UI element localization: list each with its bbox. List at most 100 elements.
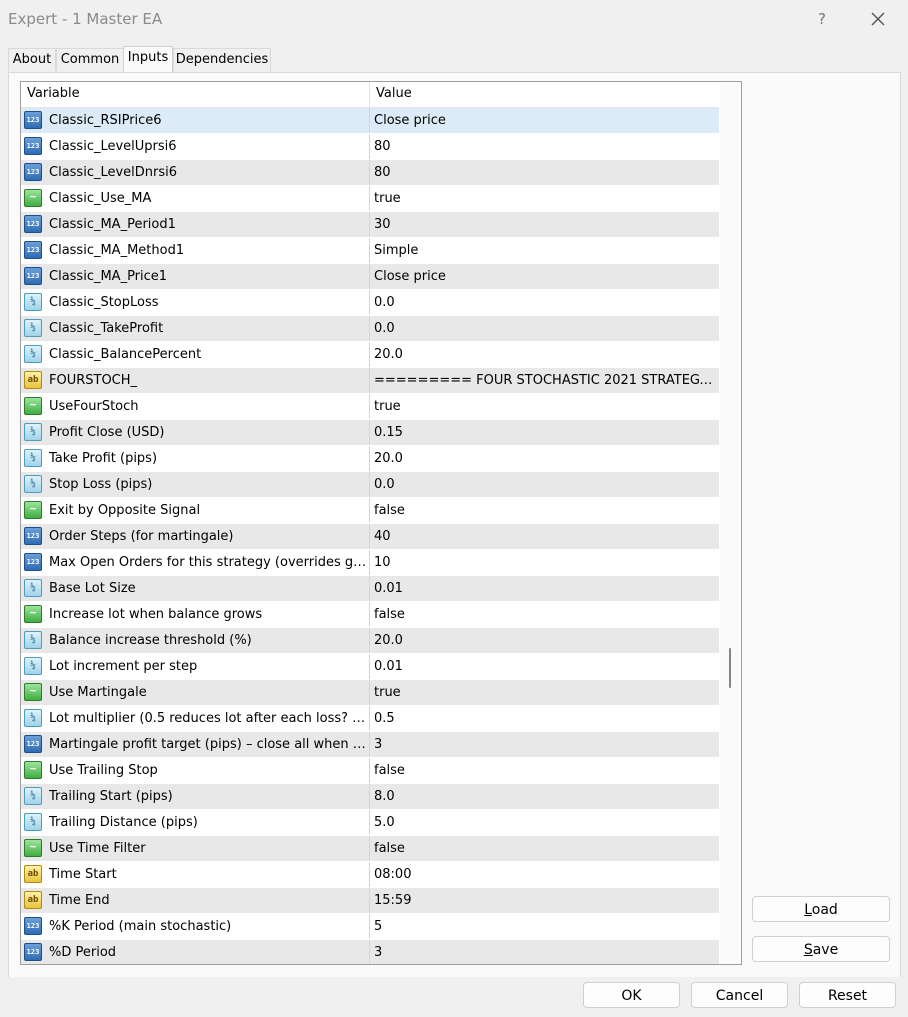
table-row[interactable]: ½ Profit Close (USD) 0.15 (21, 420, 719, 446)
variable-cell[interactable]: 123 Classic_MA_Method1 (21, 238, 370, 263)
value-cell[interactable]: 3 (374, 940, 714, 964)
variable-cell[interactable]: 123 Classic_MA_Period1 (21, 212, 370, 237)
value-cell[interactable]: 0.0 (374, 290, 714, 315)
table-row[interactable]: ~ Increase lot when balance grows false (21, 602, 719, 628)
variable-cell[interactable]: ½ Profit Close (USD) (21, 420, 370, 445)
value-cell[interactable]: ========= FOUR STOCHASTIC 2021 STRATEGY … (374, 368, 714, 393)
value-cell[interactable]: 8.0 (374, 784, 714, 809)
table-row[interactable]: 123 Classic_LevelUprsi6 80 (21, 134, 719, 160)
tab-inputs[interactable]: Inputs (123, 46, 173, 72)
variable-cell[interactable]: ½ Stop Loss (pips) (21, 472, 370, 497)
variable-cell[interactable]: ~ UseFourStoch (21, 394, 370, 419)
value-cell[interactable]: Simple (374, 238, 714, 263)
value-cell[interactable]: 30 (374, 212, 714, 237)
table-row[interactable]: ½ Trailing Start (pips) 8.0 (21, 784, 719, 810)
table-row[interactable]: 123 %K Period (main stochastic) 5 (21, 914, 719, 940)
value-cell[interactable]: 0.5 (374, 706, 714, 731)
variable-cell[interactable]: 123 Classic_LevelDnrsi6 (21, 160, 370, 185)
table-row[interactable]: 123 Classic_LevelDnrsi6 80 (21, 160, 719, 186)
variable-cell[interactable]: ½ Take Profit (pips) (21, 446, 370, 471)
value-cell[interactable]: 20.0 (374, 342, 714, 367)
variable-cell[interactable]: ½ Classic_StopLoss (21, 290, 370, 315)
variable-cell[interactable]: ~ Exit by Opposite Signal (21, 498, 370, 523)
value-cell[interactable]: 0.0 (374, 316, 714, 341)
table-row[interactable]: ½ Stop Loss (pips) 0.0 (21, 472, 719, 498)
value-cell[interactable]: false (374, 836, 714, 861)
table-row[interactable]: ~ Use Martingale true (21, 680, 719, 706)
table-row[interactable]: ½ Balance increase threshold (%) 20.0 (21, 628, 719, 654)
variable-cell[interactable]: 123 %K Period (main stochastic) (21, 914, 370, 939)
variable-cell[interactable]: ½ Lot multiplier (0.5 reduces lot after e… (21, 706, 370, 731)
vertical-scrollbar[interactable] (720, 82, 740, 964)
value-cell[interactable]: true (374, 186, 714, 211)
value-cell[interactable]: 0.01 (374, 654, 714, 679)
value-cell[interactable]: 5 (374, 914, 714, 939)
variable-cell[interactable]: ½ Classic_TakeProfit (21, 316, 370, 341)
table-row[interactable]: ½ Classic_TakeProfit 0.0 (21, 316, 719, 342)
table-row[interactable]: ab Time End 15:59 (21, 888, 719, 914)
variable-cell[interactable]: ab Time Start (21, 862, 370, 887)
variable-cell[interactable]: ~ Use Martingale (21, 680, 370, 705)
variable-cell[interactable]: ½ Base Lot Size (21, 576, 370, 601)
scrollbar-thumb[interactable] (729, 648, 731, 688)
variable-cell[interactable]: ab Time End (21, 888, 370, 913)
value-cell[interactable]: Close price (374, 264, 714, 289)
variable-cell[interactable]: 123 Classic_MA_Price1 (21, 264, 370, 289)
value-cell[interactable]: 0.15 (374, 420, 714, 445)
table-row[interactable]: ½ Classic_BalancePercent 20.0 (21, 342, 719, 368)
variable-cell[interactable]: 123 Max Open Orders for this strategy (ov… (21, 550, 370, 575)
value-cell[interactable]: true (374, 680, 714, 705)
tab-dependencies[interactable]: Dependencies (173, 48, 271, 71)
value-cell[interactable]: false (374, 498, 714, 523)
variable-cell[interactable]: ~ Increase lot when balance grows (21, 602, 370, 627)
value-cell[interactable]: 3 (374, 732, 714, 757)
variable-cell[interactable]: ½ Balance increase threshold (%) (21, 628, 370, 653)
variable-cell[interactable]: ½ Trailing Start (pips) (21, 784, 370, 809)
variable-cell[interactable]: ~ Classic_Use_MA (21, 186, 370, 211)
variable-cell[interactable]: ½ Lot increment per step (21, 654, 370, 679)
column-header-variable[interactable]: Variable (21, 82, 370, 107)
table-row[interactable]: 123 Classic_MA_Price1 Close price (21, 264, 719, 290)
table-row[interactable]: ~ Use Trailing Stop false (21, 758, 719, 784)
table-row[interactable]: 123 Order Steps (for martingale) 40 (21, 524, 719, 550)
tab-about[interactable]: About (8, 48, 56, 71)
save-button[interactable]: Save (752, 936, 890, 962)
table-row[interactable]: ½ Classic_StopLoss 0.0 (21, 290, 719, 316)
variable-cell[interactable]: ~ Use Trailing Stop (21, 758, 370, 783)
value-cell[interactable]: 0.0 (374, 472, 714, 497)
help-button[interactable]: ? (812, 8, 832, 30)
ok-button[interactable]: OK (583, 982, 680, 1008)
table-row[interactable]: ~ Exit by Opposite Signal false (21, 498, 719, 524)
variable-cell[interactable]: 123 %D Period (21, 940, 370, 964)
value-cell[interactable]: false (374, 602, 714, 627)
table-row[interactable]: ~ UseFourStoch true (21, 394, 719, 420)
variable-cell[interactable]: 123 Order Steps (for martingale) (21, 524, 370, 549)
value-cell[interactable]: 5.0 (374, 810, 714, 835)
table-row[interactable]: 123 Classic_RSIPrice6 Close price (21, 108, 719, 134)
variable-cell[interactable]: ~ Use Time Filter (21, 836, 370, 861)
table-row[interactable]: ½ Base Lot Size 0.01 (21, 576, 719, 602)
value-cell[interactable]: 15:59 (374, 888, 714, 913)
variable-cell[interactable]: 123 Martingale profit target (pips) – clo… (21, 732, 370, 757)
table-row[interactable]: 123 Martingale profit target (pips) – clo… (21, 732, 719, 758)
table-row[interactable]: 123 Max Open Orders for this strategy (ov… (21, 550, 719, 576)
cancel-button[interactable]: Cancel (691, 982, 788, 1008)
value-cell[interactable]: 0.01 (374, 576, 714, 601)
table-row[interactable]: ½ Lot multiplier (0.5 reduces lot after e… (21, 706, 719, 732)
value-cell[interactable]: 40 (374, 524, 714, 549)
table-row[interactable]: 123 Classic_MA_Period1 30 (21, 212, 719, 238)
variable-cell[interactable]: 123 Classic_LevelUprsi6 (21, 134, 370, 159)
value-cell[interactable]: false (374, 758, 714, 783)
value-cell[interactable]: 20.0 (374, 628, 714, 653)
table-row[interactable]: ab FOURSTOCH_ ========= FOUR STOCHASTIC 20… (21, 368, 719, 394)
table-row[interactable]: ½ Trailing Distance (pips) 5.0 (21, 810, 719, 836)
table-row[interactable]: ½ Lot increment per step 0.01 (21, 654, 719, 680)
column-header-value[interactable]: Value (370, 82, 716, 107)
value-cell[interactable]: Close price (374, 108, 714, 133)
table-row[interactable]: 123 %D Period 3 (21, 940, 719, 964)
variable-cell[interactable]: 123 Classic_RSIPrice6 (21, 108, 370, 133)
value-cell[interactable]: 10 (374, 550, 714, 575)
variable-cell[interactable]: ½ Trailing Distance (pips) (21, 810, 370, 835)
tab-common[interactable]: Common (56, 48, 124, 71)
value-cell[interactable]: 80 (374, 160, 714, 185)
